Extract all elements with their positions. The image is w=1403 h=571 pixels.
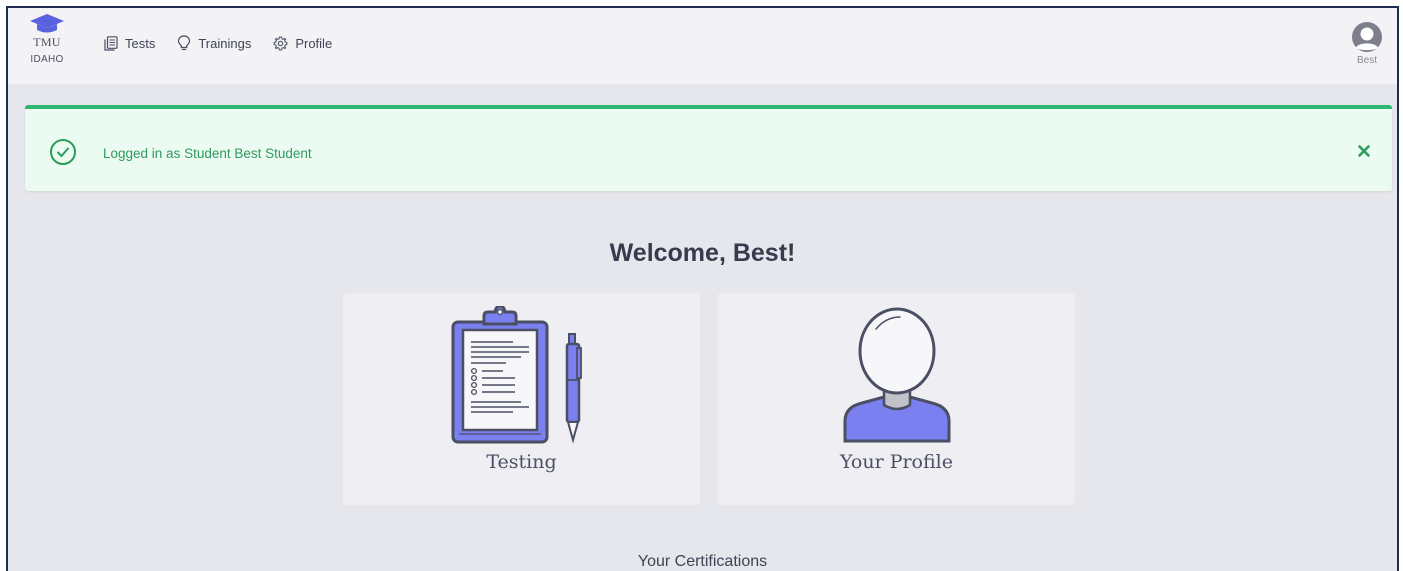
- nav-trainings[interactable]: Trainings: [177, 35, 251, 51]
- nav-tests[interactable]: Tests: [104, 35, 155, 51]
- testing-card-label: Testing: [486, 451, 557, 473]
- main-nav: Tests Trainings Profile: [104, 35, 332, 51]
- user-menu[interactable]: Best: [1347, 22, 1387, 66]
- app-window: TMU IDAHO Tests Trainings Profile Best L…: [6, 6, 1399, 571]
- clipboard-icon: [451, 306, 582, 444]
- lightbulb-icon: [178, 35, 191, 51]
- check-circle-icon: [50, 139, 76, 165]
- nav-profile[interactable]: Profile: [273, 35, 332, 51]
- nav-trainings-label: Trainings: [198, 35, 252, 51]
- logo-text-tmu: TMU: [33, 35, 61, 49]
- testing-card[interactable]: Testing: [343, 293, 700, 505]
- logo[interactable]: TMU IDAHO: [22, 14, 72, 76]
- welcome-heading: Welcome, Best!: [609, 239, 796, 267]
- success-alert: Logged in as Student Best Student: [25, 105, 1392, 191]
- gear-icon: [273, 36, 288, 50]
- your-profile-card-label: Your Profile: [840, 451, 953, 473]
- alert-message: Logged in as Student Best Student: [103, 146, 312, 161]
- nav-tests-label: Tests: [125, 35, 156, 51]
- certifications-heading: Your Certifications: [637, 553, 768, 570]
- close-icon[interactable]: [1356, 143, 1372, 159]
- logo-text-idaho: IDAHO: [30, 54, 64, 65]
- top-navbar: TMU IDAHO Tests Trainings Profile Best: [8, 8, 1397, 84]
- person-icon: [843, 307, 951, 443]
- your-profile-card[interactable]: Your Profile: [718, 293, 1075, 505]
- graduation-cap-icon: [30, 14, 64, 33]
- document-list-icon: [104, 35, 118, 51]
- nav-profile-label: Profile: [295, 35, 333, 51]
- user-avatar-icon: [1352, 22, 1382, 52]
- user-name: Best: [1356, 55, 1377, 66]
